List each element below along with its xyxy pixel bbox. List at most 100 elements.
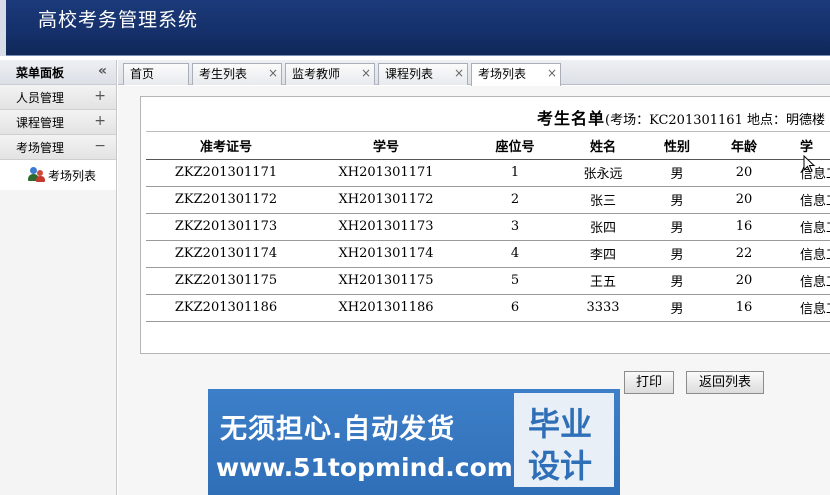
close-icon[interactable]: × [268,63,278,83]
cell: 男 [642,213,712,241]
cell: 1 [466,159,564,187]
cell: XH201301173 [306,213,466,241]
cell: 6 [466,294,564,322]
cell: XH201301172 [306,186,466,214]
column-header: 准考证号 [146,133,306,160]
sidebar-header: 菜单面板 « [0,60,116,85]
cell: 男 [642,159,712,187]
watermark-slogan: 无须担心.自动发货 [220,414,456,445]
table-row: ZKZ201301172 XH201301172 2 张三 男 20 信息工 [146,186,830,214]
cell: 5 [466,267,564,295]
tab-invigilators[interactable]: 监考教师 × [285,63,375,85]
cell: ZKZ201301186 [146,294,306,322]
sidebar: 菜单面板 « 人员管理 + 课程管理 + 考场管理 − 考场列表 [0,60,117,495]
back-to-list-button[interactable]: 返回列表 [686,371,764,394]
tab-home[interactable]: 首页 [123,63,189,85]
sidebar-item-personnel[interactable]: 人员管理 + [0,85,116,110]
close-icon[interactable]: × [547,63,557,83]
column-header: 年龄 [712,133,776,160]
sidebar-subitem-label: 考场列表 [48,168,97,183]
cell: 2 [466,186,564,214]
column-header: 学号 [306,133,466,160]
mouse-cursor-icon [803,155,816,173]
table-row: ZKZ201301173 XH201301173 3 张四 男 16 信息工 [146,213,830,241]
cell: ZKZ201301172 [146,186,306,214]
cell: 16 [712,294,776,322]
cell: 李四 [564,240,642,268]
app-header: 高校考务管理系统 [0,0,830,56]
collapse-icon[interactable]: « [98,63,107,79]
close-icon[interactable]: × [454,63,464,83]
cell: 信息工 [776,186,830,214]
sidebar-item-exam-rooms[interactable]: 考场管理 − [0,135,116,160]
tab-label: 首页 [130,67,155,81]
roster-heading: 考生名单(考场：KC201301161 地点：明德楼 [537,105,825,129]
cell: 22 [712,240,776,268]
watermark-banner: 无须担心.自动发货 www.51topmind.com 毕业 设计 [208,389,620,495]
tab-label: 考生列表 [199,67,248,81]
print-button[interactable]: 打印 [624,371,674,394]
cell: 男 [642,240,712,268]
cell: 男 [642,186,712,214]
table-row: ZKZ201301174 XH201301174 4 李四 男 22 信息工 [146,240,830,268]
tab-student-list[interactable]: 考生列表 × [192,63,282,85]
tab-bar: 首页 考生列表 × 监考教师 × 课程列表 × 考场列表 × [118,60,830,86]
column-header: 姓名 [564,133,642,160]
cell: 20 [712,159,776,187]
roster-panel: 考生名单(考场：KC201301161 地点：明德楼 准考证号 学号 座位号 姓… [140,96,830,354]
roster-info: (考场：KC201301161 地点：明德楼 [605,113,825,128]
cell: XH201301174 [306,240,466,268]
cell: ZKZ201301174 [146,240,306,268]
header-left-strip [0,0,6,56]
cell: ZKZ201301175 [146,267,306,295]
cell: XH201301186 [306,294,466,322]
cell: 王五 [564,267,642,295]
tab-course-list[interactable]: 课程列表 × [378,63,468,85]
cell: ZKZ201301173 [146,213,306,241]
cell: 4 [466,240,564,268]
roster-title: 考生名单 [537,109,606,128]
tab-exam-room-list[interactable]: 考场列表 × [471,63,561,86]
sidebar-subitem-exam-room-list[interactable]: 考场列表 [0,160,116,190]
cell: XH201301175 [306,267,466,295]
sidebar-item-label: 人员管理 [16,90,65,105]
tab-label: 考场列表 [478,67,527,81]
cell: 信息工 [776,267,830,295]
cell: 张三 [564,186,642,214]
table-header-row: 准考证号 学号 座位号 姓名 性别 年龄 学 [146,133,830,160]
sidebar-item-courses[interactable]: 课程管理 + [0,110,116,135]
table-row: ZKZ201301175 XH201301175 5 王五 男 20 信息工 [146,267,830,295]
cell: 20 [712,186,776,214]
close-icon[interactable]: × [361,63,371,83]
cell: 男 [642,267,712,295]
expand-icon: + [94,88,106,104]
cell: 20 [712,267,776,295]
cell: 3 [466,213,564,241]
watermark-badge-line2: 设计 [528,447,593,485]
column-header: 座位号 [466,133,564,160]
collapse-section-icon: − [94,138,106,154]
tab-label: 课程列表 [385,67,434,81]
roster-table: 准考证号 学号 座位号 姓名 性别 年龄 学 ZKZ201301171 XH20… [146,133,830,322]
cell: ZKZ201301171 [146,159,306,187]
expand-icon: + [94,113,106,129]
cell: 16 [712,213,776,241]
table-row: ZKZ201301186 XH201301186 6 3333 男 16 信息工 [146,294,830,322]
watermark-badge: 毕业 设计 [514,393,614,487]
app-title: 高校考务管理系统 [38,9,199,31]
table-row: ZKZ201301171 XH201301171 1 张永远 男 20 信息工 [146,159,830,187]
watermark-url: www.51topmind.com [216,453,513,482]
sidebar-item-label: 课程管理 [16,115,65,130]
cell: 张四 [564,213,642,241]
cell: 信息工 [776,213,830,241]
divider [146,131,830,132]
cell: 3333 [564,294,642,322]
cell: 男 [642,294,712,322]
column-header: 性别 [642,133,712,160]
users-icon [28,167,46,183]
tab-label: 监考教师 [292,67,341,81]
cell: XH201301171 [306,159,466,187]
watermark-badge-line1: 毕业 [528,405,593,443]
sidebar-item-label: 考场管理 [16,140,65,155]
sidebar-header-label: 菜单面板 [16,65,65,80]
